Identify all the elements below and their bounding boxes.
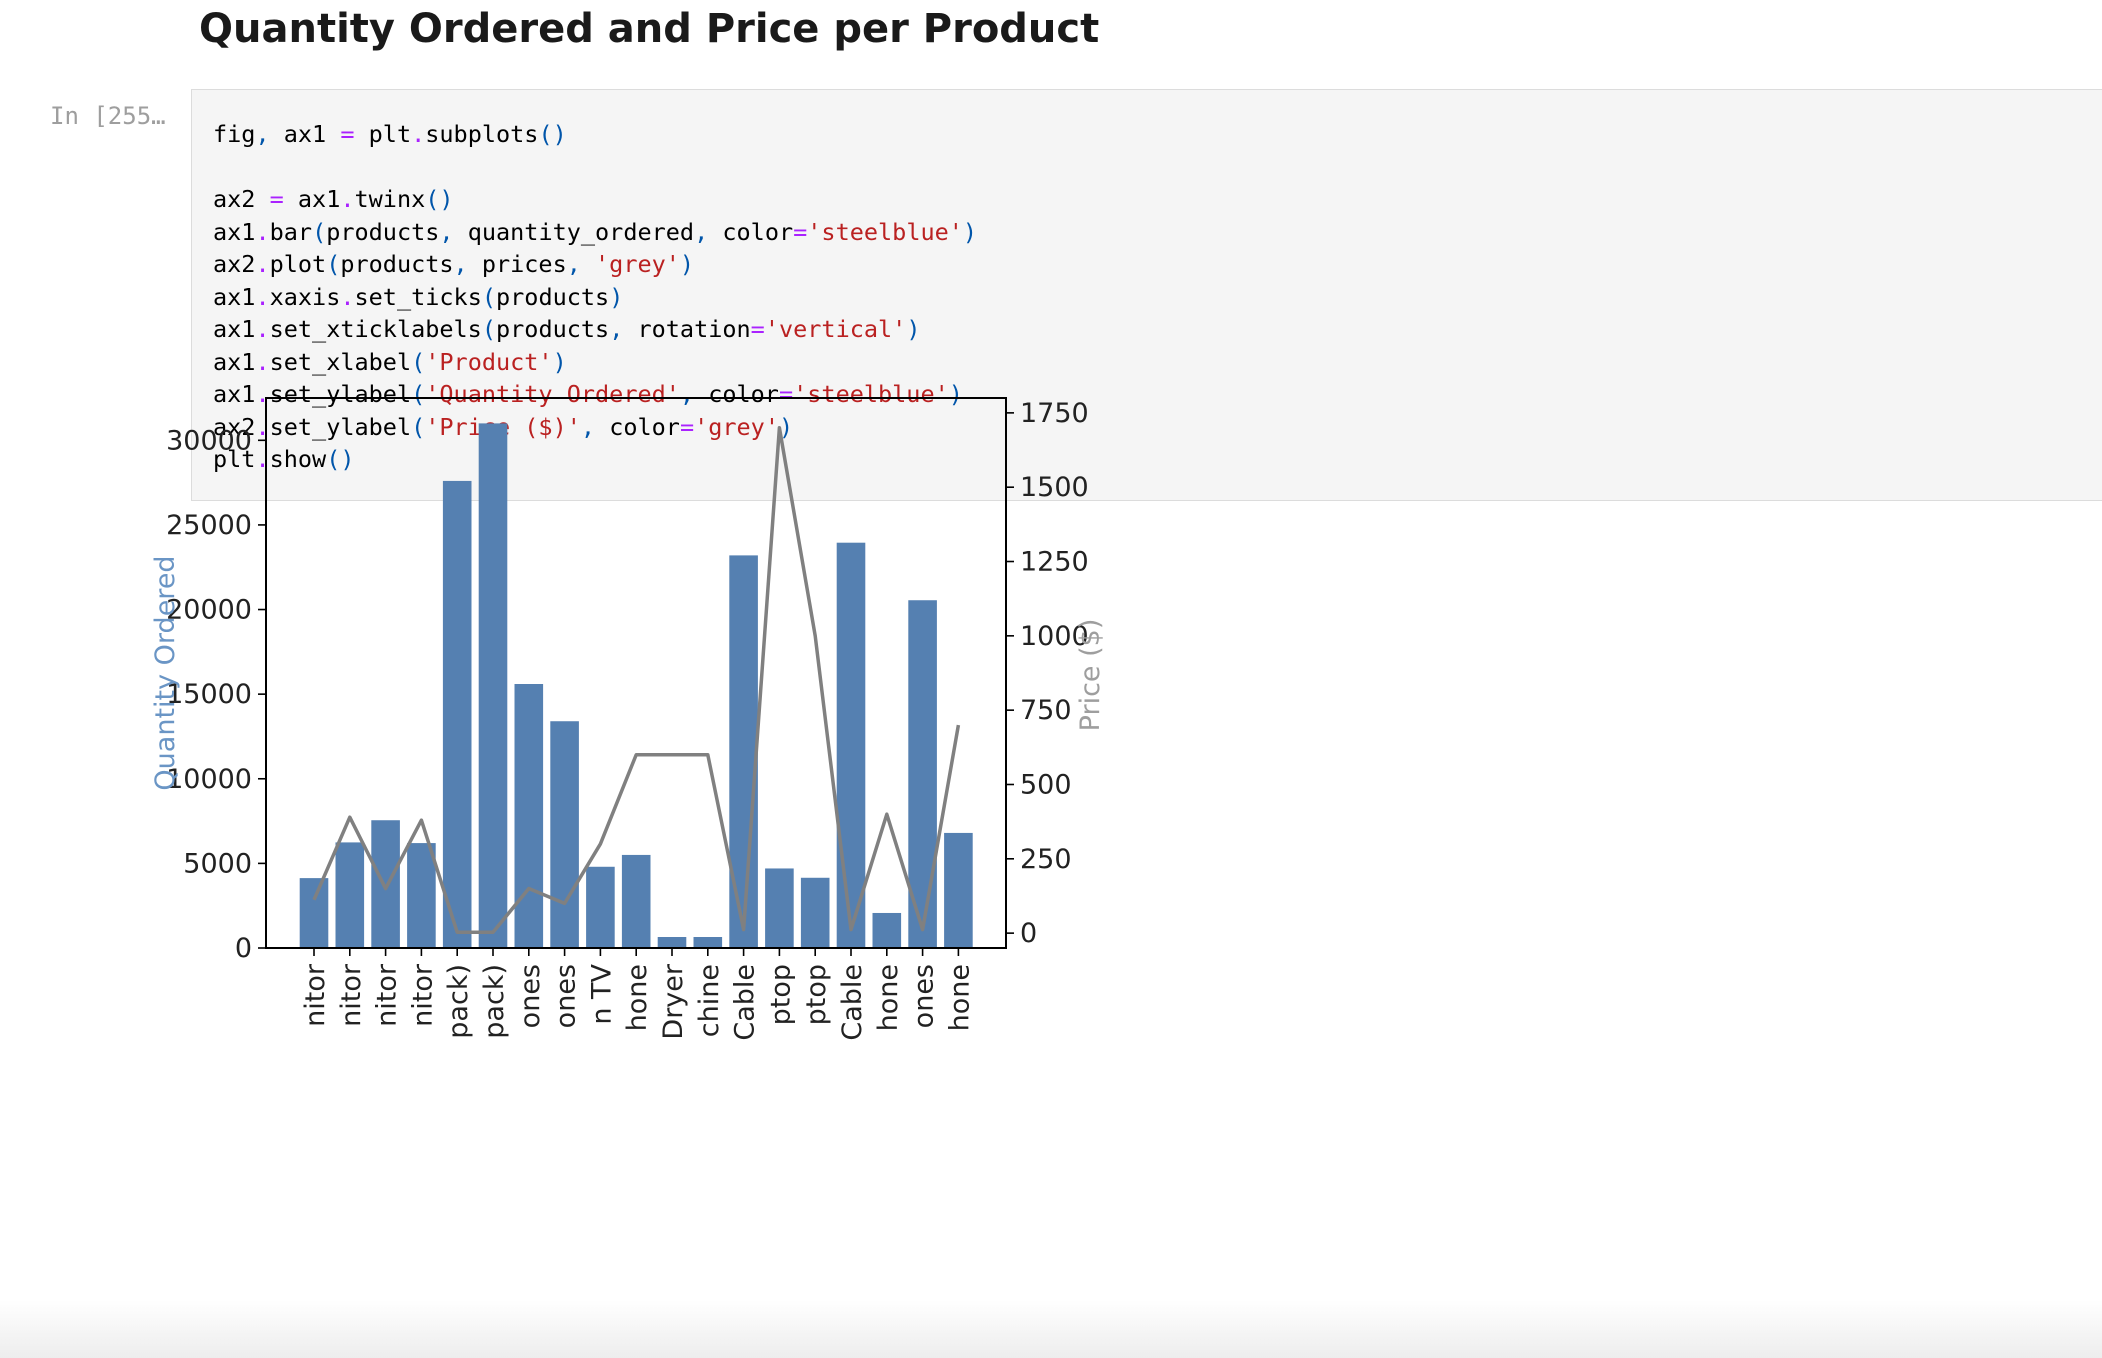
y2-tick-label: 500 — [1020, 769, 1072, 800]
y-tick-label: 30000 — [166, 425, 252, 456]
x-tick-label: nitor — [372, 963, 403, 1027]
y2-tick-label: 250 — [1020, 844, 1072, 875]
y-axis-label: Quantity Ordered — [150, 555, 181, 790]
x-tick-label: nitor — [336, 963, 367, 1027]
x-tick-label: n TV — [586, 963, 617, 1024]
bar — [586, 866, 615, 948]
x-tick-label: hone — [622, 964, 653, 1031]
bar — [800, 877, 830, 948]
x-tick-label: ptop — [801, 964, 832, 1025]
x-tick-label: Dryer — [658, 963, 689, 1039]
bar — [299, 878, 329, 948]
x-tick-label: nitor — [407, 963, 438, 1027]
x-tick-label: nitor — [300, 963, 331, 1027]
x-tick-label: ones — [515, 964, 546, 1028]
bar — [944, 832, 973, 948]
y2-tick-label: 750 — [1020, 695, 1072, 726]
bar — [550, 721, 579, 948]
bar — [693, 937, 723, 948]
chart-figure: 0500010000150002000025000300000250500750… — [150, 397, 1106, 1041]
x-tick-label: Cable — [730, 964, 761, 1041]
x-tick-label: ptop — [765, 964, 796, 1025]
bar — [407, 843, 436, 948]
bar — [335, 842, 365, 948]
bottom-fade — [0, 1300, 2102, 1358]
y2-tick-label: 0 — [1020, 918, 1037, 949]
x-tick-label: hone — [873, 964, 904, 1031]
bar — [657, 937, 687, 948]
bar — [478, 423, 508, 948]
x-tick-label: hone — [944, 964, 975, 1031]
bar — [621, 854, 651, 948]
y-tick-label: 5000 — [183, 848, 252, 879]
y2-tick-label: 1750 — [1020, 398, 1089, 429]
x-tick-label: ones — [909, 964, 940, 1028]
x-tick-label: pack) — [479, 964, 510, 1039]
y2-axis-label: Price ($) — [1075, 619, 1106, 732]
bar — [442, 480, 472, 948]
y-tick-label: 25000 — [166, 510, 252, 541]
bar — [836, 542, 866, 948]
bar — [765, 868, 794, 948]
x-tick-label: pack) — [443, 964, 474, 1039]
bar — [371, 820, 400, 948]
y-tick-label: 0 — [235, 933, 252, 964]
y2-tick-label: 1250 — [1020, 547, 1089, 578]
bar — [872, 912, 902, 948]
x-tick-label: ones — [551, 964, 582, 1028]
x-tick-label: chine — [694, 964, 725, 1037]
x-tick-label: Cable — [837, 964, 868, 1041]
bar — [514, 684, 544, 948]
y2-tick-label: 1500 — [1020, 472, 1089, 503]
